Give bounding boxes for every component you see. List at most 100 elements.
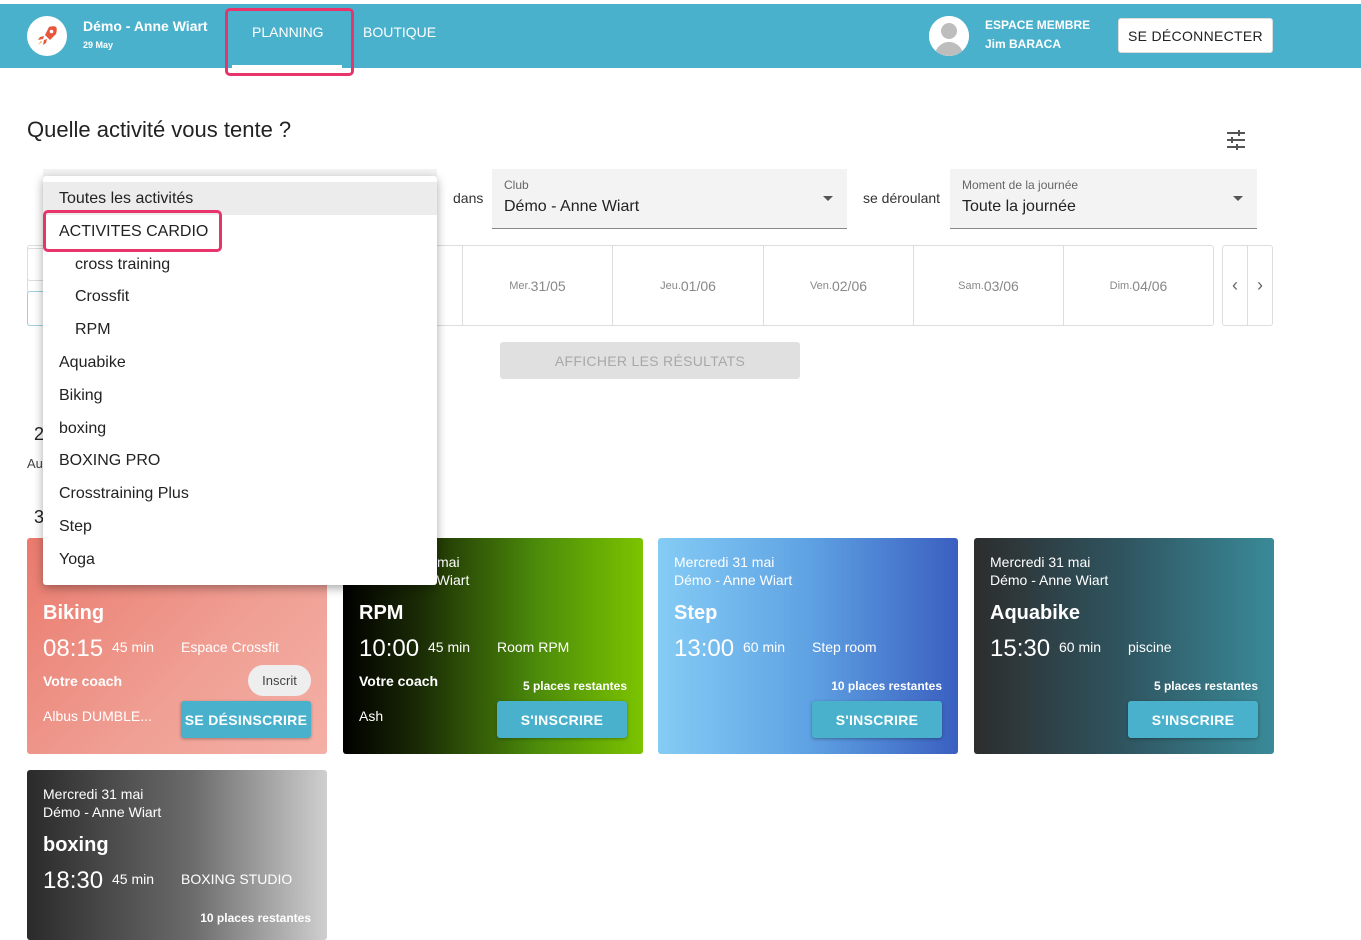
class-club: Démo - Anne Wiart (43, 804, 162, 820)
option-label: Yoga (59, 550, 95, 568)
rocket-icon (38, 26, 57, 45)
day-cell[interactable]: Jeu. 01/06 (612, 246, 763, 325)
dropdown-option[interactable]: BOXING PRO (43, 444, 437, 477)
coach-name: Albus DUMBLE... (43, 708, 152, 724)
dans-label: dans (453, 190, 484, 206)
class-duration: 45 min (112, 871, 155, 887)
app-header: Démo - Anne Wiart 29 May PLANNING BOUTIQ… (0, 4, 1361, 69)
day-name: Jeu. (660, 279, 681, 292)
dropdown-option[interactable]: cross training (43, 248, 437, 281)
status-badge: Inscrit (248, 665, 311, 696)
moment-select[interactable]: Moment de la journée Toute la journée (950, 169, 1257, 229)
class-club: Démo - Anne Wiart (990, 572, 1109, 588)
member-space-label[interactable]: ESPACE MEMBRE (985, 18, 1090, 32)
activity-name: boxing (43, 834, 109, 856)
day-cell[interactable]: Mer. 31/05 (462, 246, 612, 325)
coach-label: Votre coach (43, 673, 123, 689)
class-duration: 45 min (112, 639, 155, 655)
class-duration: 60 min (743, 639, 786, 655)
show-results-button[interactable]: AFFICHER LES RÉSULTATS (500, 342, 800, 379)
class-time: 18:30 (43, 867, 104, 894)
moment-select-label: Moment de la journée (962, 178, 1079, 192)
club-select-value: Démo - Anne Wiart (504, 198, 640, 215)
caret-down-icon (1233, 196, 1243, 201)
results-subtext: Au (27, 456, 43, 471)
coach-name: Ash (359, 708, 384, 724)
club-select[interactable]: Club Démo - Anne Wiart (492, 169, 847, 229)
day-date: 03/06 (983, 277, 1019, 294)
dropdown-option[interactable]: Step (43, 510, 437, 543)
class-card[interactable]: Mercredi 31 mai Démo - Anne Wiart boxing… (27, 770, 327, 940)
club-select-label: Club (504, 178, 529, 192)
class-time: 13:00 (674, 635, 735, 662)
day-cell[interactable]: Ven. 02/06 (763, 246, 913, 325)
option-label: cross training (75, 255, 171, 273)
class-duration: 60 min (1059, 639, 1102, 655)
class-time: 15:30 (990, 635, 1051, 662)
dropdown-option[interactable]: Crossfit (43, 280, 437, 313)
class-room: Step room (812, 639, 877, 655)
option-label: RPM (75, 320, 111, 338)
tune-icon[interactable] (1225, 130, 1247, 155)
club-logo[interactable] (27, 16, 67, 56)
option-label: BOXING PRO (59, 451, 161, 469)
class-date: Mercredi 31 mai (43, 786, 144, 802)
day-cell[interactable]: Sam. 03/06 (913, 246, 1063, 325)
member-name: Jim BARACA (985, 37, 1062, 51)
moment-select-value: Toute la journée (962, 198, 1076, 215)
class-card[interactable]: Mercredi 31 mai Démo - Anne Wiart Aquabi… (974, 538, 1274, 754)
day-name: Mer. (509, 279, 531, 292)
activity-name: RPM (359, 602, 404, 624)
day-name: Ven. (809, 279, 832, 292)
places-remaining: 5 places restantes (1153, 679, 1258, 693)
class-date: Mercredi 31 mai (990, 554, 1091, 570)
class-room: Espace Crossfit (181, 639, 280, 655)
dropdown-option[interactable]: Crosstraining Plus (43, 477, 437, 510)
day-name: Sam. (958, 279, 984, 292)
subscribe-button[interactable]: S'INSCRIRE (812, 701, 942, 738)
class-card[interactable]: Mercredi 31 mai Démo - Anne Wiart Step 1… (658, 538, 958, 754)
coach-label: Votre coach (359, 673, 439, 689)
subscribe-button[interactable]: S'INSCRIRE (497, 701, 627, 738)
se-deroulant-label: se déroulant (863, 190, 941, 206)
dropdown-option[interactable]: Aquabike (43, 346, 437, 379)
user-icon (929, 16, 969, 56)
class-time: 10:00 (359, 635, 420, 662)
option-label: boxing (59, 419, 107, 437)
activity-name: Aquabike (990, 602, 1081, 624)
logout-button[interactable]: SE DÉCONNECTER (1118, 18, 1273, 53)
class-time: 08:15 (43, 635, 104, 662)
unsubscribe-button[interactable]: SE DÉSINSCRIRE (181, 701, 311, 738)
activity-name: Step (674, 602, 718, 624)
caret-down-icon (823, 196, 833, 201)
chevron-right-icon[interactable]: › (1247, 245, 1273, 326)
day-date: 01/06 (680, 277, 716, 294)
option-label: Step (59, 517, 92, 535)
class-room: piscine (1128, 639, 1172, 655)
club-name: Démo - Anne Wiart (83, 18, 208, 34)
day-date: 04/06 (1132, 277, 1168, 294)
class-club: Démo - Anne Wiart (674, 572, 793, 588)
avatar[interactable] (929, 16, 969, 56)
places-remaining: 10 places restantes (831, 679, 942, 693)
class-room: Room RPM (497, 639, 570, 655)
chevron-left-icon[interactable]: ‹ (1222, 245, 1248, 326)
page-title: Quelle activité vous tente ? (27, 117, 292, 142)
class-duration: 45 min (428, 639, 471, 655)
tab-boutique[interactable]: BOUTIQUE (363, 24, 436, 40)
subscribe-button[interactable]: S'INSCRIRE (1128, 701, 1258, 738)
dropdown-option[interactable]: Biking (43, 379, 437, 412)
option-label: Aquabike (59, 353, 126, 371)
class-date: Mercredi 31 mai (674, 554, 775, 570)
day-date: 31/05 (530, 277, 566, 294)
day-date: 02/06 (831, 277, 868, 294)
dropdown-option[interactable]: RPM (43, 313, 437, 346)
class-date: mai (437, 554, 460, 570)
day-cell[interactable]: Dim. 04/06 (1063, 246, 1213, 325)
dropdown-option[interactable]: boxing (43, 412, 437, 445)
option-label: Biking (59, 386, 103, 404)
cardio-highlight (43, 210, 222, 252)
option-label: Toutes les activités (59, 189, 194, 207)
activity-name: Biking (43, 602, 105, 624)
dropdown-option[interactable]: Yoga (43, 543, 437, 576)
